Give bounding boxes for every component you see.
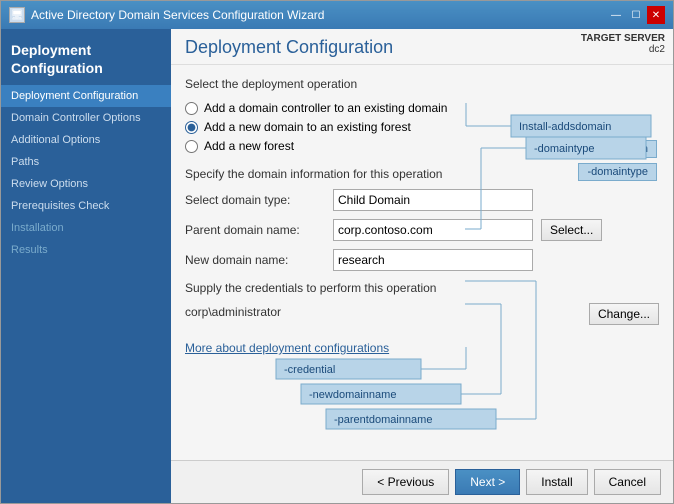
minimize-button[interactable]: —: [607, 6, 625, 24]
install-button[interactable]: Install: [526, 469, 587, 495]
main-area: TARGET SERVER dc2 Deployment Configurati…: [171, 29, 673, 503]
credentials-title: Supply the credentials to perform this o…: [185, 281, 659, 295]
section-title: Select the deployment operation: [185, 77, 659, 91]
radio-add-dc-input[interactable]: [185, 102, 198, 115]
new-domain-input[interactable]: [333, 249, 533, 271]
new-domain-label: New domain name:: [185, 253, 325, 267]
sidebar: Deployment Configuration Deployment Conf…: [1, 29, 171, 503]
parent-domain-label: Parent domain name:: [185, 223, 325, 237]
domain-type-label: Select domain type:: [185, 193, 325, 207]
next-button[interactable]: Next >: [455, 469, 520, 495]
target-server-label: TARGET SERVER: [581, 33, 665, 44]
radio-add-dc[interactable]: Add a domain controller to an existing d…: [185, 101, 659, 115]
radio-add-domain-label: Add a new domain to an existing forest: [204, 120, 411, 134]
main-window: 🖥 Active Directory Domain Services Confi…: [0, 0, 674, 504]
sidebar-item-results: Results: [1, 239, 171, 261]
credentials-row: corp\administrator Change...: [185, 299, 659, 325]
sidebar-header: Deployment Configuration: [1, 29, 171, 85]
radio-add-dc-label: Add a domain controller to an existing d…: [204, 101, 447, 115]
title-controls: — ☐ ✕: [607, 6, 665, 24]
sidebar-item-installation: Installation: [1, 217, 171, 239]
target-server: TARGET SERVER dc2: [581, 33, 665, 55]
main-content: Select the deployment operation Add a do…: [171, 65, 673, 460]
sidebar-item-deployment[interactable]: Deployment Configuration: [1, 85, 171, 107]
select-button[interactable]: Select...: [541, 219, 602, 241]
domain-info-section: Specify the domain information for this …: [185, 167, 659, 271]
parent-domain-input[interactable]: [333, 219, 533, 241]
credentials-section: Supply the credentials to perform this o…: [185, 281, 659, 325]
title-bar-left: 🖥 Active Directory Domain Services Confi…: [9, 7, 324, 23]
window-title: Active Directory Domain Services Configu…: [31, 8, 324, 22]
sidebar-item-prereq[interactable]: Prerequisites Check: [1, 195, 171, 217]
target-server-value: dc2: [581, 44, 665, 55]
form-row-parent-domain: Parent domain name: Select...: [185, 219, 659, 241]
domain-type-input[interactable]: [333, 189, 533, 211]
sidebar-item-review[interactable]: Review Options: [1, 173, 171, 195]
content-area: Deployment Configuration Deployment Conf…: [1, 29, 673, 503]
title-bar: 🖥 Active Directory Domain Services Confi…: [1, 1, 673, 29]
form-row-new-domain: New domain name:: [185, 249, 659, 271]
radio-add-domain[interactable]: Add a new domain to an existing forest: [185, 120, 659, 134]
sidebar-item-dc-options[interactable]: Domain Controller Options: [1, 107, 171, 129]
radio-add-forest-input[interactable]: [185, 140, 198, 153]
cancel-button[interactable]: Cancel: [594, 469, 661, 495]
app-icon: 🖥: [9, 7, 25, 23]
change-button[interactable]: Change...: [589, 303, 659, 325]
close-button[interactable]: ✕: [647, 6, 665, 24]
form-row-domain-type: Select domain type:: [185, 189, 659, 211]
callout-domaintype: -domaintype: [578, 163, 657, 181]
sidebar-item-additional[interactable]: Additional Options: [1, 129, 171, 151]
radio-add-forest-label: Add a new forest: [204, 139, 294, 153]
maximize-button[interactable]: ☐: [627, 6, 645, 24]
footer: < Previous Next > Install Cancel: [171, 460, 673, 503]
radio-add-domain-input[interactable]: [185, 121, 198, 134]
credentials-value: corp\administrator: [185, 303, 281, 321]
callout-install-addsdomain: Install-addsdomain: [547, 140, 657, 158]
sidebar-item-paths[interactable]: Paths: [1, 151, 171, 173]
previous-button[interactable]: < Previous: [362, 469, 449, 495]
more-about-link[interactable]: More about deployment configurations: [185, 341, 659, 355]
